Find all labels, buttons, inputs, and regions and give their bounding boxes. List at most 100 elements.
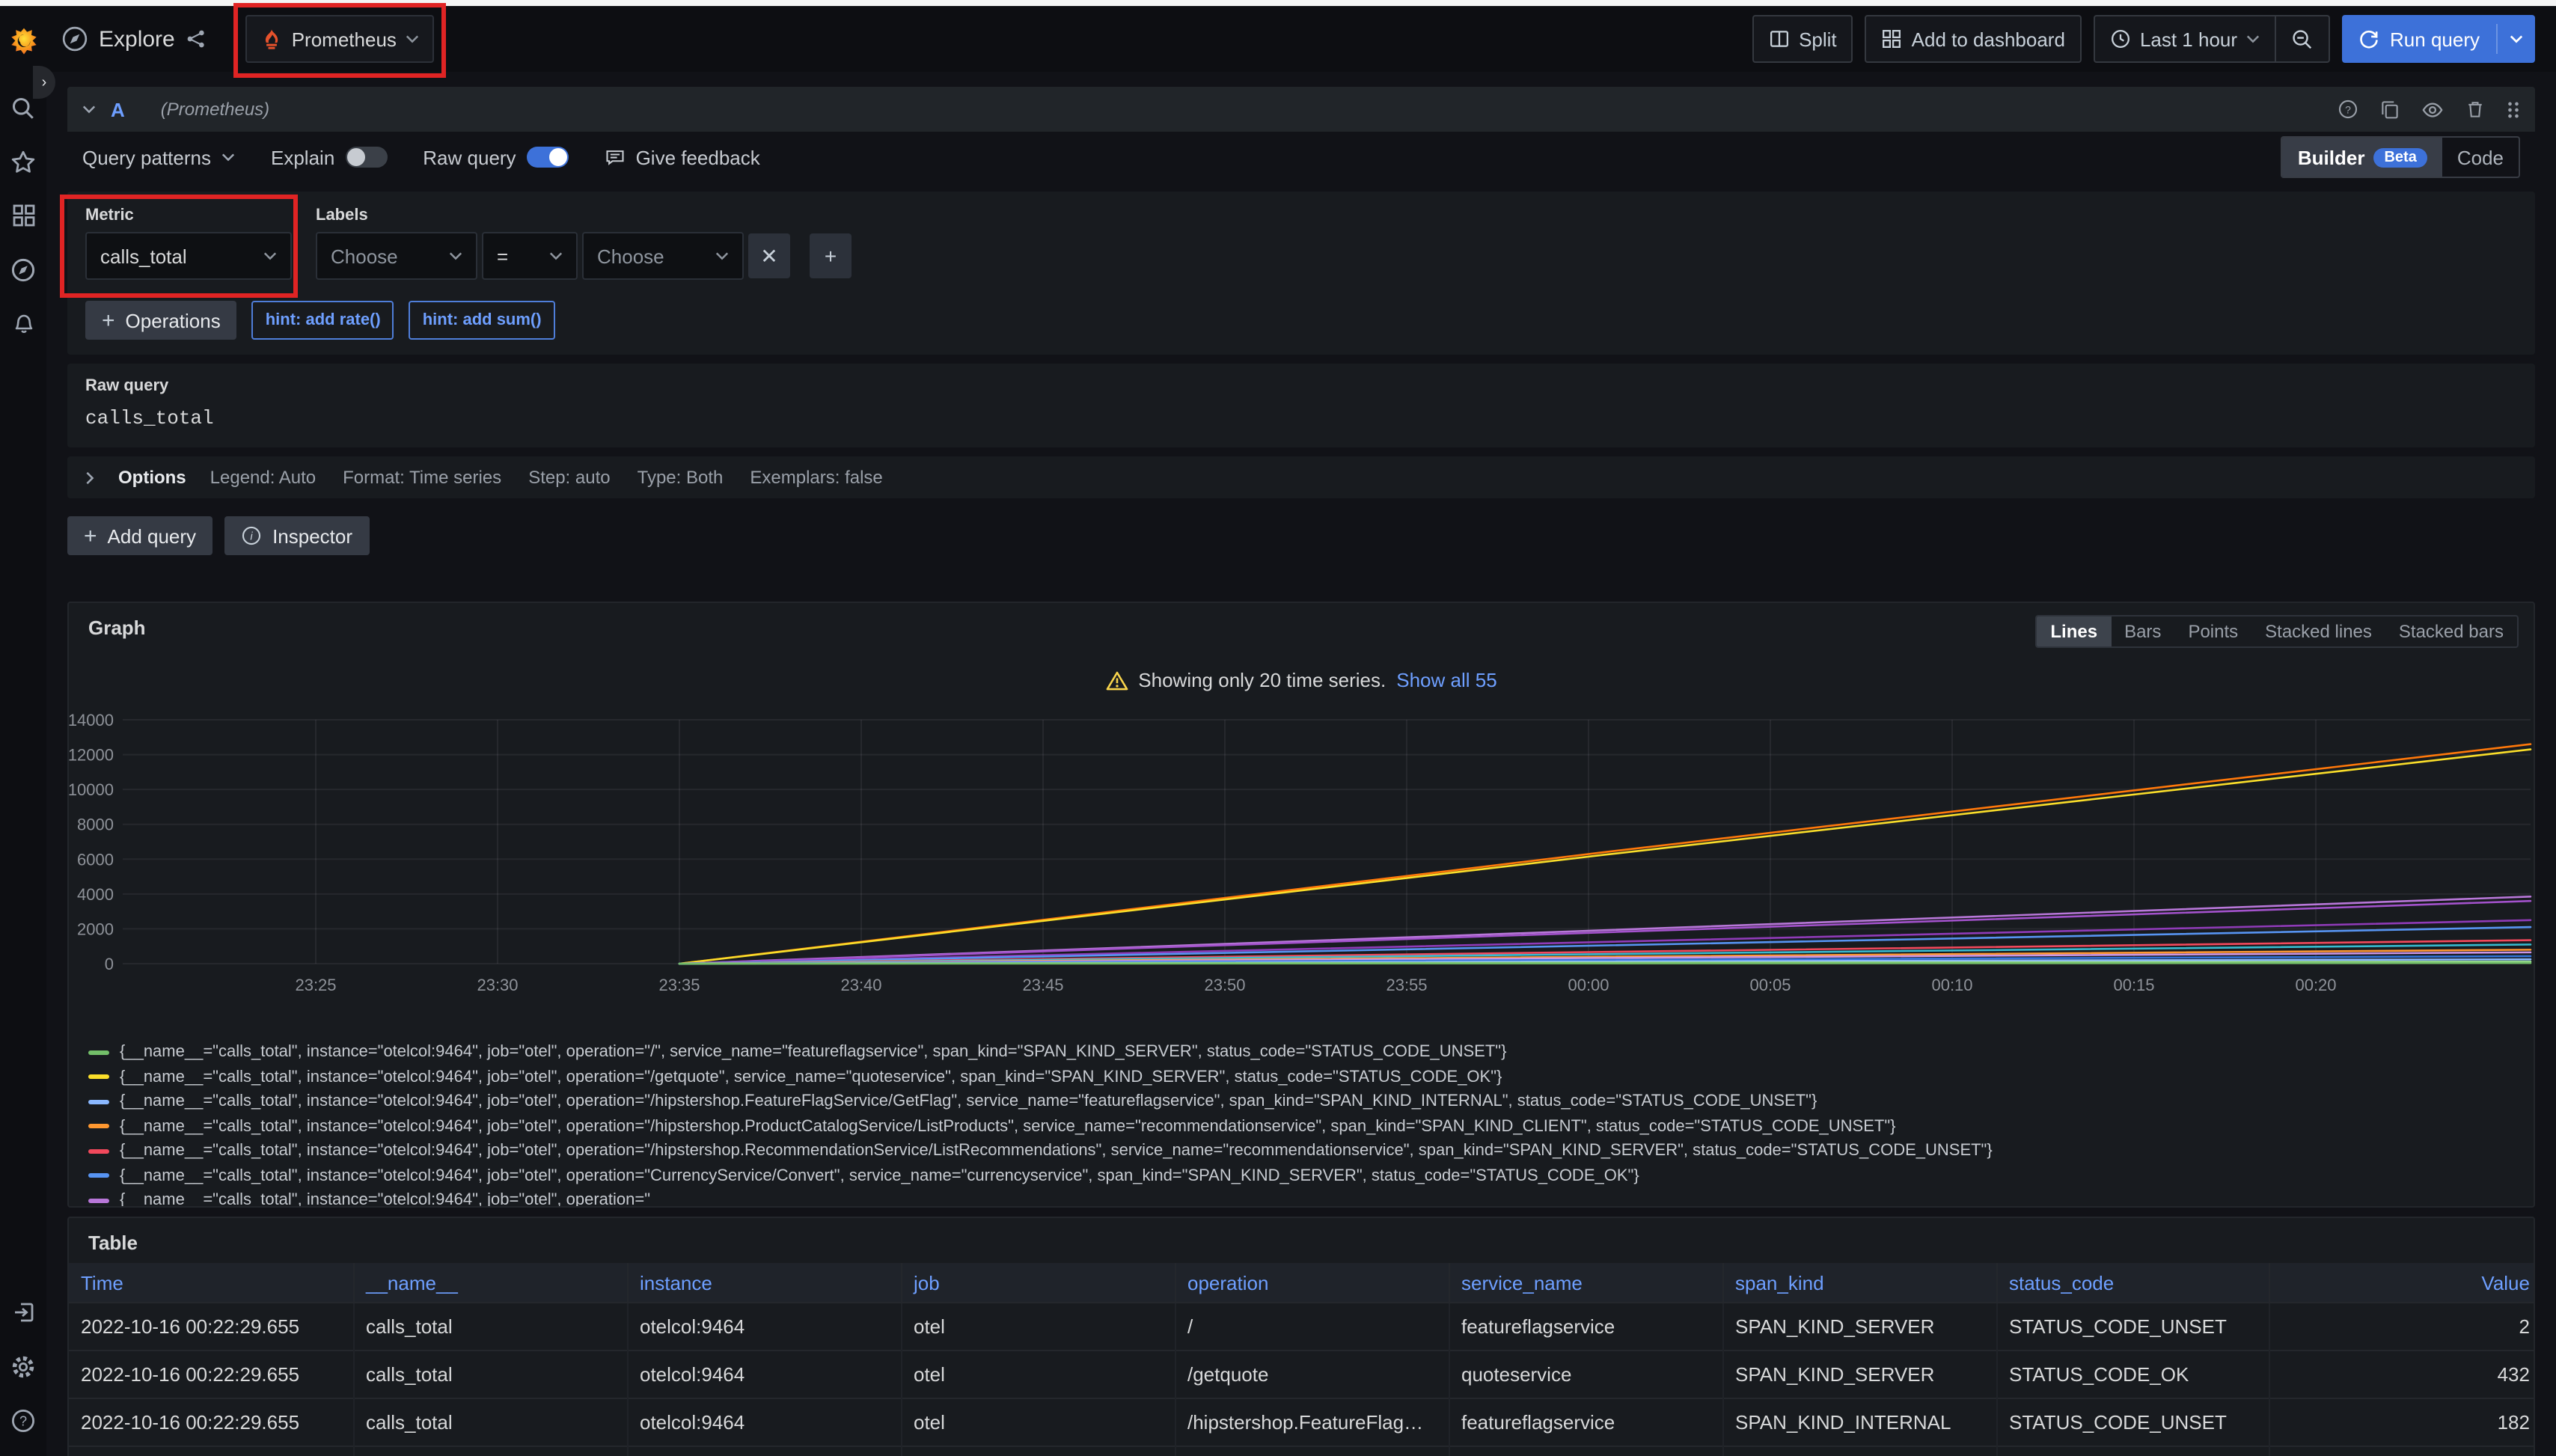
- legend-item-5[interactable]: {__name__="calls_total", instance="otelc…: [88, 1163, 2525, 1188]
- svg-text:23:50: 23:50: [1204, 976, 1245, 994]
- table-cell: /hipstershop.ProductCatalogS…: [1175, 1446, 1449, 1456]
- split-button[interactable]: Split: [1752, 15, 1853, 63]
- explore-compass-icon: [61, 25, 88, 52]
- column-header-spankind[interactable]: span_kind: [1722, 1263, 1996, 1303]
- run-query-button[interactable]: Run query: [2342, 15, 2535, 63]
- table-cell: calls_total: [353, 1446, 627, 1456]
- query-hint-button-0[interactable]: hint: add rate(): [252, 301, 394, 340]
- legend-item-partial[interactable]: {__name__="calls_total", instance="otelc…: [88, 1188, 2525, 1208]
- metric-select[interactable]: calls_total: [85, 232, 292, 280]
- query-help-icon[interactable]: ?: [2338, 99, 2358, 120]
- duplicate-query-icon[interactable]: [2379, 99, 2400, 120]
- query-ref-id: A: [111, 98, 125, 120]
- graph-mode-bars[interactable]: Bars: [2111, 617, 2174, 646]
- legend-label: {__name__="calls_total", instance="otelc…: [120, 1143, 1993, 1160]
- legend-swatch: [88, 1199, 109, 1203]
- datasource-picker[interactable]: Prometheus: [245, 15, 434, 63]
- starred-icon[interactable]: [8, 147, 38, 177]
- label-name-select[interactable]: Choose: [316, 232, 477, 280]
- add-query-button[interactable]: + Add query: [67, 516, 213, 555]
- raw-query-toggle-group: Raw query: [423, 146, 568, 168]
- run-query-dropdown[interactable]: [2498, 15, 2535, 63]
- column-header-job[interactable]: job: [901, 1263, 1175, 1303]
- dashboards-icon[interactable]: [8, 201, 38, 230]
- query-hint-button-1[interactable]: hint: add sum(): [409, 301, 555, 340]
- graph-mode-stacked-bars[interactable]: Stacked bars: [2385, 617, 2517, 646]
- share-icon[interactable]: [186, 28, 207, 49]
- alerting-bell-icon[interactable]: [8, 308, 38, 338]
- give-feedback-link[interactable]: Give feedback: [605, 146, 760, 168]
- sign-in-icon[interactable]: [8, 1297, 38, 1327]
- show-all-series-link[interactable]: Show all 55: [1396, 669, 1496, 691]
- column-header-operation[interactable]: operation: [1175, 1263, 1449, 1303]
- grafana-logo[interactable]: [8, 27, 38, 57]
- explore-compass-icon[interactable]: [8, 254, 38, 284]
- plus-icon: +: [102, 308, 115, 333]
- svg-text:i: i: [250, 531, 253, 543]
- table-cell: otelcol:9464: [627, 1303, 901, 1351]
- raw-query-toggle[interactable]: [527, 147, 569, 168]
- graph-mode-points[interactable]: Points: [2174, 617, 2251, 646]
- builder-mode-tab[interactable]: Builder Beta: [2283, 138, 2442, 177]
- hide-query-eye-icon[interactable]: [2421, 98, 2444, 120]
- query-row-header[interactable]: A (Prometheus) ?: [67, 87, 2535, 132]
- raw-query-title: Raw query: [85, 377, 2517, 395]
- time-range-button[interactable]: Last 1 hour: [2095, 16, 2275, 61]
- svg-text:23:40: 23:40: [840, 976, 881, 994]
- metric-label: Metric: [85, 207, 292, 224]
- legend-swatch: [88, 1075, 109, 1080]
- remove-query-trash-icon[interactable]: [2465, 99, 2486, 120]
- svg-text:2000: 2000: [77, 920, 114, 938]
- svg-text:0: 0: [105, 955, 114, 973]
- svg-text:4000: 4000: [77, 885, 114, 904]
- run-query-label: Run query: [2390, 28, 2480, 50]
- settings-gear-icon[interactable]: [8, 1351, 38, 1381]
- table-cell: /getquote: [1175, 1351, 1449, 1398]
- column-header-servicename[interactable]: service_name: [1449, 1263, 1722, 1303]
- legend-item-4[interactable]: {__name__="calls_total", instance="otelc…: [88, 1139, 2525, 1163]
- legend-item-3[interactable]: {__name__="calls_total", instance="otelc…: [88, 1114, 2525, 1139]
- legend-swatch: [88, 1100, 109, 1104]
- time-series-chart[interactable]: 0200040006000800010000120001400023:2523:…: [69, 702, 2535, 1009]
- graph-mode-stacked-lines[interactable]: Stacked lines: [2251, 617, 2385, 646]
- zoom-out-button[interactable]: [2276, 16, 2329, 61]
- graph-panel: Graph LinesBarsPointsStacked linesStacke…: [67, 602, 2535, 1208]
- column-header-statuscode[interactable]: status_code: [1996, 1263, 2269, 1303]
- table-cell: 2022-10-16 00:22:29.655: [69, 1398, 353, 1446]
- column-header-Value[interactable]: Value: [2269, 1263, 2535, 1303]
- query-options-row[interactable]: Options Legend: AutoFormat: Time seriesS…: [67, 456, 2535, 498]
- legend-label: {__name__="calls_total", instance="otelc…: [120, 1167, 1639, 1185]
- column-header-instance[interactable]: instance: [627, 1263, 901, 1303]
- table-cell: SPAN_KIND_INTERNAL: [1722, 1398, 1996, 1446]
- remove-label-filter-button[interactable]: ✕: [748, 233, 790, 278]
- inspector-button[interactable]: i Inspector: [224, 516, 369, 555]
- help-icon[interactable]: ?: [8, 1405, 38, 1435]
- info-circle-icon: i: [241, 525, 262, 546]
- query-patterns-dropdown[interactable]: Query patterns: [82, 146, 235, 168]
- legend-item-1[interactable]: {__name__="calls_total", instance="otelc…: [88, 1065, 2525, 1089]
- legend-item-0[interactable]: {__name__="calls_total", instance="otelc…: [88, 1040, 2525, 1065]
- code-mode-tab[interactable]: Code: [2442, 138, 2519, 177]
- table-cell: calls_total: [353, 1398, 627, 1446]
- add-to-dashboard-button[interactable]: Add to dashboard: [1865, 15, 2082, 63]
- operations-button[interactable]: + Operations: [85, 301, 237, 340]
- comment-icon: [605, 147, 626, 168]
- column-header-Time[interactable]: Time: [69, 1263, 353, 1303]
- graph-mode-lines[interactable]: Lines: [2037, 617, 2111, 646]
- add-label-filter-button[interactable]: +: [810, 233, 852, 278]
- legend-label: {__name__="calls_total", instance="otelc…: [120, 1093, 1817, 1111]
- label-operator-select[interactable]: =: [482, 232, 578, 280]
- drag-handle-grip-icon[interactable]: [2507, 100, 2520, 119]
- column-header-name[interactable]: __name__: [353, 1263, 627, 1303]
- time-range-label: Last 1 hour: [2140, 28, 2237, 50]
- collapse-chevron-icon[interactable]: [82, 105, 96, 114]
- label-value-select[interactable]: Choose: [582, 232, 744, 280]
- sidebar: ›: [0, 6, 46, 1456]
- query-toolbar: Query patterns Explain Raw query: [67, 132, 2535, 183]
- explain-toggle[interactable]: [345, 147, 387, 168]
- legend-item-2[interactable]: {__name__="calls_total", instance="otelc…: [88, 1089, 2525, 1114]
- series-limit-warning: Showing only 20 time series. Show all 55: [69, 669, 2534, 691]
- legend-swatch: [88, 1125, 109, 1129]
- svg-text:?: ?: [2345, 103, 2351, 115]
- page-title-text: Explore: [99, 26, 175, 52]
